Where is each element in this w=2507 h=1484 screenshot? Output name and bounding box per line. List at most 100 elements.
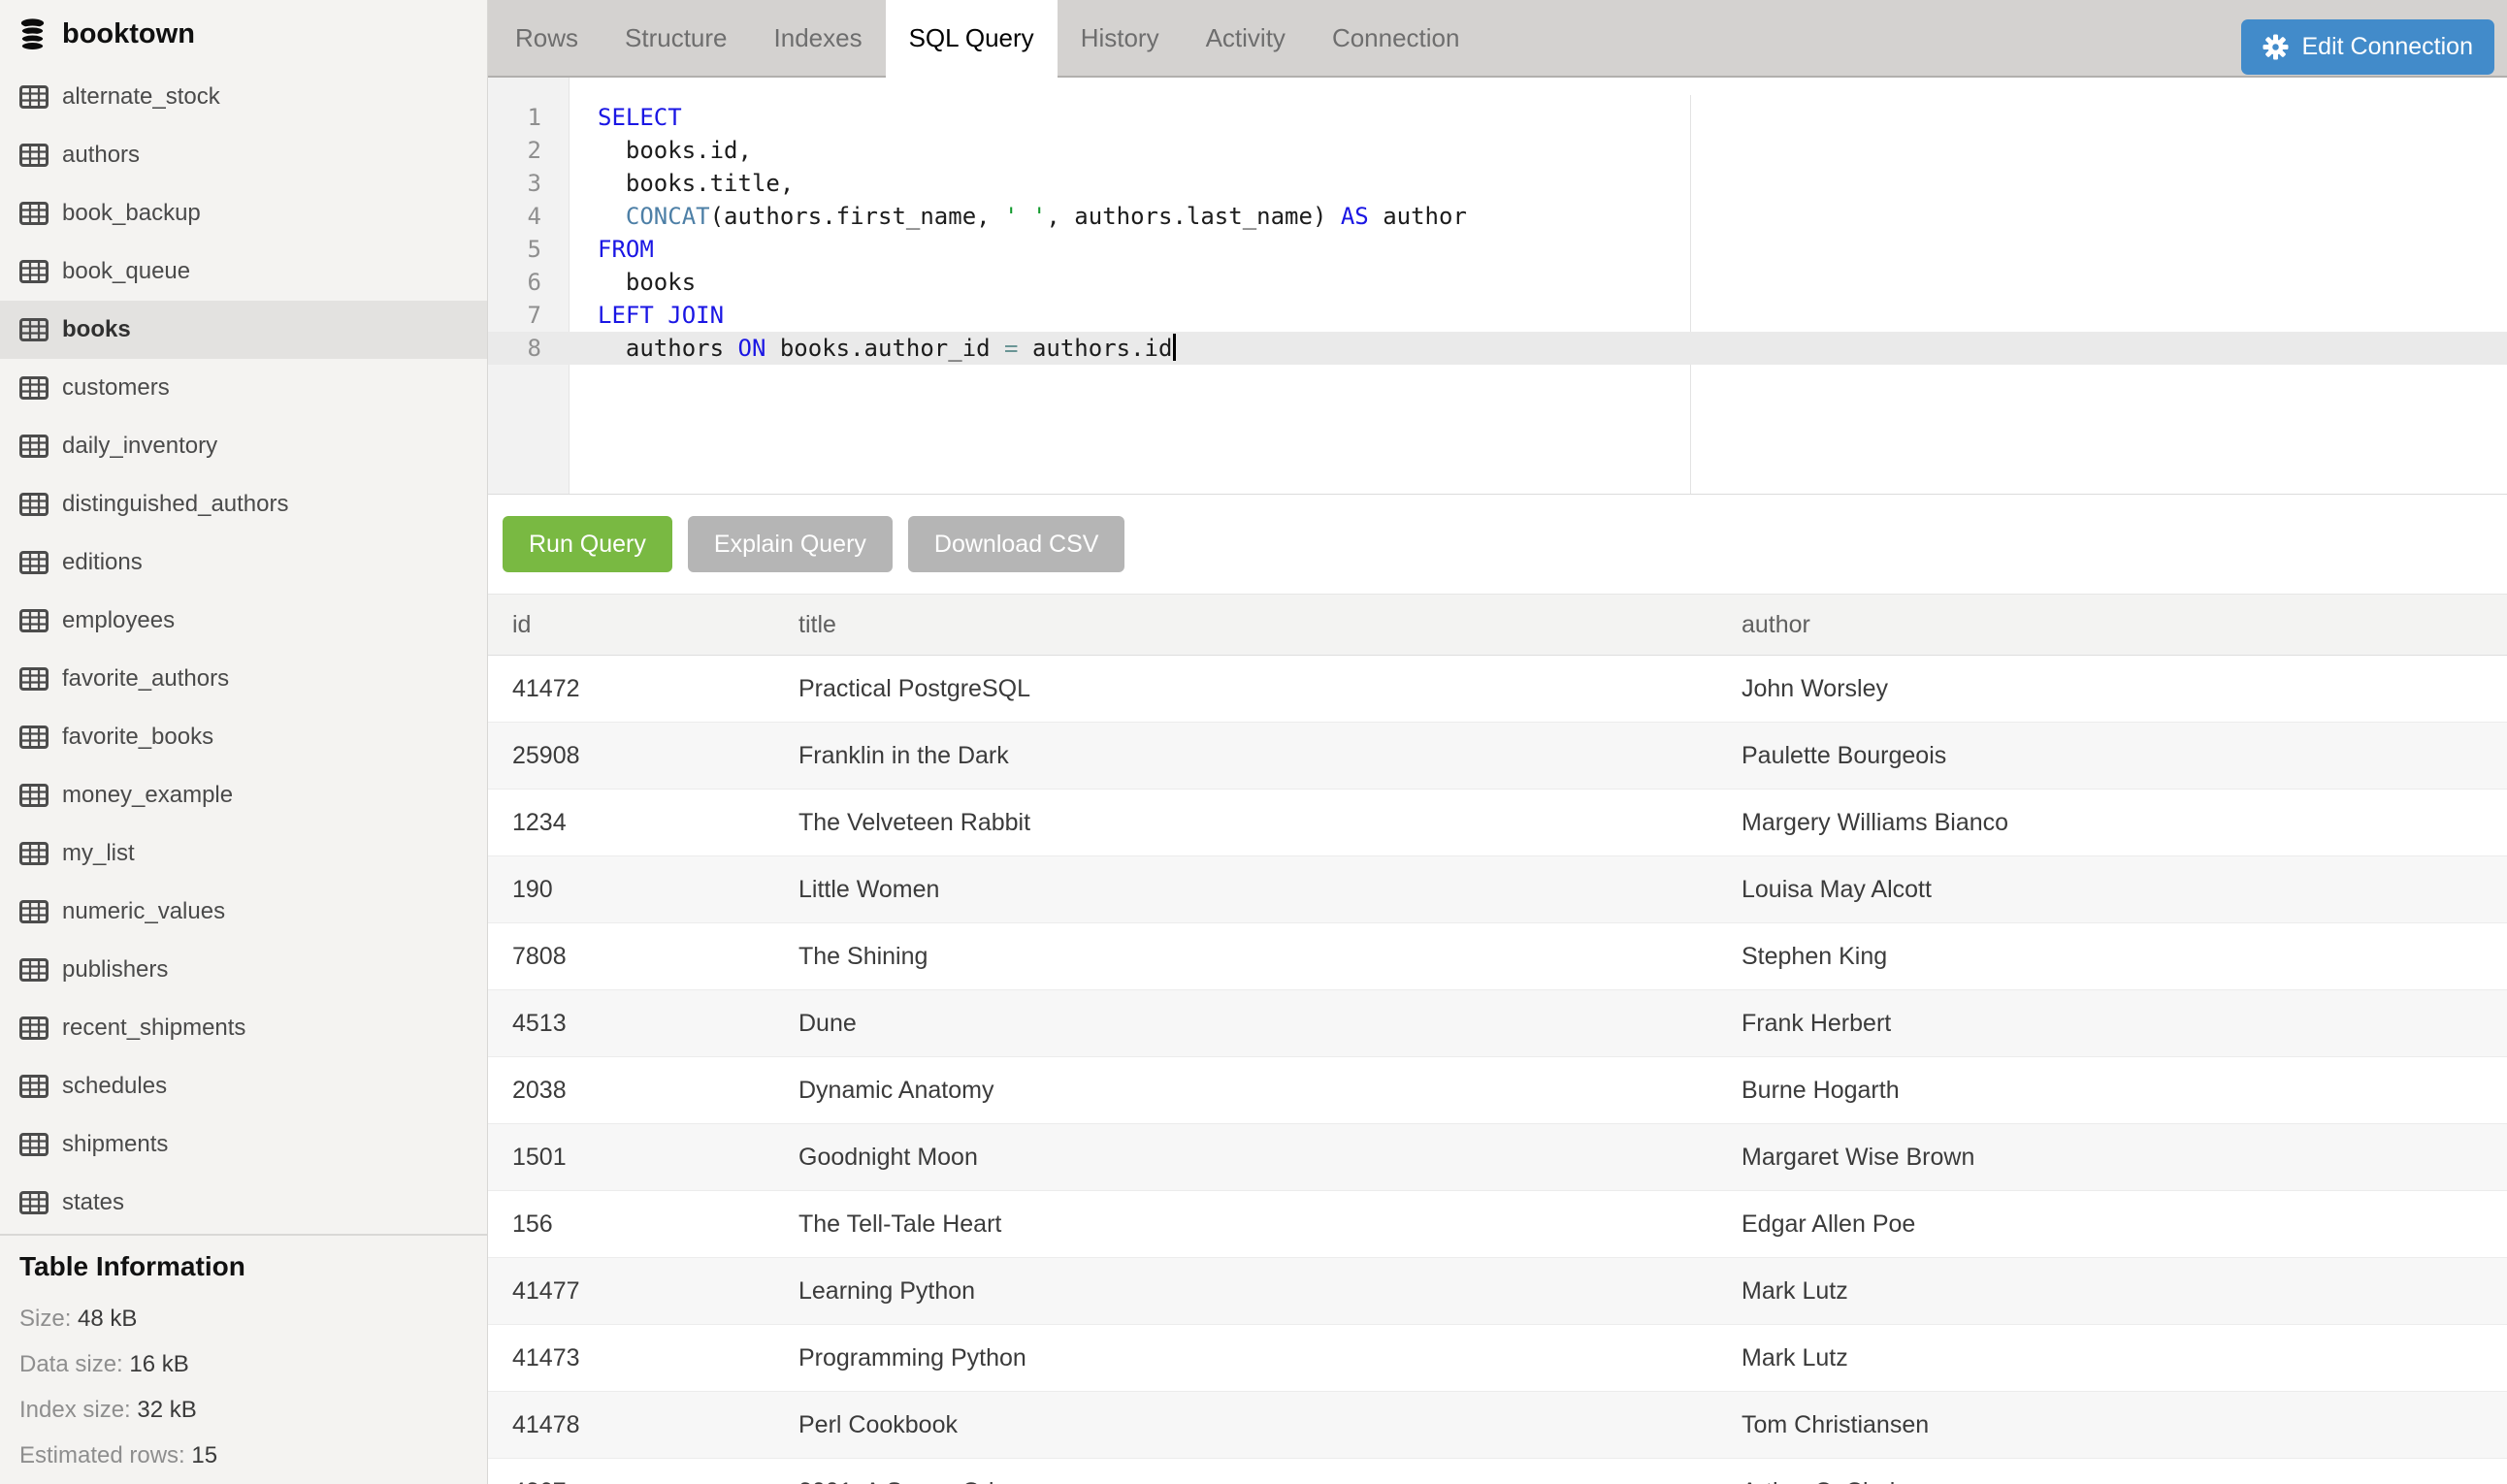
table-name-label: money_example <box>62 782 233 809</box>
line-number: 5 <box>488 233 569 266</box>
cell-id: 1234 <box>488 790 774 856</box>
table-name-label: numeric_values <box>62 898 225 925</box>
sidebar-item-recent-shipments[interactable]: recent_shipments <box>0 999 487 1057</box>
code-line-6: 6 books <box>488 266 2507 299</box>
cell-author: Edgar Allen Poe <box>1717 1191 2507 1258</box>
table-row[interactable]: 1234The Velveteen RabbitMargery Williams… <box>488 790 2507 856</box>
sidebar-item-editions[interactable]: editions <box>0 533 487 592</box>
cell-author: Frank Herbert <box>1717 990 2507 1057</box>
table-icon <box>19 376 49 400</box>
table-icon <box>19 435 49 458</box>
table-icon <box>19 202 49 225</box>
table-list: alternate_stockauthorsbook_backup book_qu… <box>0 68 487 1232</box>
line-number: 1 <box>488 101 569 134</box>
tab-label: History <box>1081 23 1159 53</box>
sidebar-item-states[interactable]: states <box>0 1174 487 1232</box>
table-row[interactable]: 156The Tell-Tale HeartEdgar Allen Poe <box>488 1191 2507 1258</box>
table-row[interactable]: 2038Dynamic AnatomyBurne Hogarth <box>488 1057 2507 1124</box>
sidebar-item-numeric-values[interactable]: numeric_values <box>0 883 487 941</box>
table-row[interactable]: 4513DuneFrank Herbert <box>488 990 2507 1057</box>
download-csv-button[interactable]: Download CSV <box>908 516 1125 572</box>
code-line-3: 3 books.title, <box>488 167 2507 200</box>
info-value: 16 kB <box>129 1351 188 1377</box>
line-number: 3 <box>488 167 569 200</box>
tab-indexes[interactable]: Indexes <box>751 0 886 76</box>
table-row[interactable]: 42672001: A Space OdysseyArthur C. Clark… <box>488 1459 2507 1484</box>
edit-connection-button[interactable]: Edit Connection <box>2241 19 2494 75</box>
tab-rows[interactable]: Rows <box>492 0 602 76</box>
cell-id: 2038 <box>488 1057 774 1124</box>
table-name-label: shipments <box>62 1131 168 1158</box>
sidebar-item-book-backup[interactable]: book_backup <box>0 184 487 242</box>
table-row[interactable]: 1501Goodnight MoonMargaret Wise Brown <box>488 1124 2507 1191</box>
table-icon <box>19 958 49 982</box>
table-row[interactable]: 25908Franklin in the DarkPaulette Bourge… <box>488 723 2507 790</box>
sidebar-item-daily-inventory[interactable]: daily_inventory <box>0 417 487 475</box>
sidebar-item-books[interactable]: books <box>0 301 487 359</box>
cell-id: 190 <box>488 856 774 923</box>
cell-id: 41472 <box>488 656 774 723</box>
tab-label: Indexes <box>774 23 863 53</box>
sidebar-item-my-list[interactable]: my_list <box>0 824 487 883</box>
sidebar-item-publishers[interactable]: publishers <box>0 941 487 999</box>
table-row[interactable]: 7808The ShiningStephen King <box>488 923 2507 990</box>
table-row[interactable]: 41478Perl CookbookTom Christiansen <box>488 1392 2507 1459</box>
table-name-label: publishers <box>62 956 168 984</box>
table-icon <box>19 551 49 574</box>
table-icon <box>19 667 49 691</box>
sidebar-item-money-example[interactable]: money_example <box>0 766 487 824</box>
tab-history[interactable]: History <box>1058 0 1183 76</box>
tab-connection[interactable]: Connection <box>1309 0 1483 76</box>
info-row-estimated-rows: Estimated rows: 15 <box>19 1433 487 1478</box>
cell-title: Little Women <box>774 856 1717 923</box>
table-row[interactable]: 41472Practical PostgreSQLJohn Worsley <box>488 656 2507 723</box>
sidebar-item-book-queue[interactable]: book_queue <box>0 242 487 301</box>
cell-author: Mark Lutz <box>1717 1258 2507 1325</box>
database-selector[interactable]: booktown <box>0 0 487 68</box>
table-icon <box>19 493 49 516</box>
sidebar-item-customers[interactable]: customers <box>0 359 487 417</box>
cell-title: The Shining <box>774 923 1717 990</box>
tab-activity[interactable]: Activity <box>1183 0 1309 76</box>
app-window: booktown alternate_stockauthorsbook_back… <box>0 0 2507 1484</box>
code-line-8: 8 authors ON books.author_id = authors.i… <box>488 332 2507 365</box>
sidebar-item-authors[interactable]: authors <box>0 126 487 184</box>
sidebar-item-shipments[interactable]: shipments <box>0 1115 487 1174</box>
tab-structure[interactable]: Structure <box>602 0 751 76</box>
edit-connection-label: Edit Connection <box>2301 33 2473 61</box>
sidebar-item-favorite-books[interactable]: favorite_books <box>0 708 487 766</box>
cell-title: The Tell-Tale Heart <box>774 1191 1717 1258</box>
table-row[interactable]: 190Little WomenLouisa May Alcott <box>488 856 2507 923</box>
table-name-label: my_list <box>62 840 135 867</box>
column-header-id: id <box>488 595 774 656</box>
sidebar-item-distinguished-authors[interactable]: distinguished_authors <box>0 475 487 533</box>
table-icon <box>19 144 49 167</box>
sidebar-item-favorite-authors[interactable]: favorite_authors <box>0 650 487 708</box>
run-query-button[interactable]: Run Query <box>503 516 672 572</box>
results-table: idtitleauthor 41472Practical PostgreSQLJ… <box>488 594 2507 1484</box>
info-label: Data size: <box>19 1351 123 1377</box>
sidebar-item-schedules[interactable]: schedules <box>0 1057 487 1115</box>
sql-editor[interactable]: 1SELECT2 books.id,3 books.title,4 CONCAT… <box>488 78 2507 495</box>
table-name-label: book_queue <box>62 258 190 285</box>
cell-id: 156 <box>488 1191 774 1258</box>
sidebar-item-alternate-stock[interactable]: alternate_stock <box>0 68 487 126</box>
cell-author: Arthur C. Clarke <box>1717 1459 2507 1484</box>
sidebar-item-employees[interactable]: employees <box>0 592 487 650</box>
cell-author: Margaret Wise Brown <box>1717 1124 2507 1191</box>
table-icon <box>19 1016 49 1040</box>
cell-title: 2001: A Space Odyssey <box>774 1459 1717 1484</box>
code-text: books.title, <box>569 167 794 200</box>
table-name-label: recent_shipments <box>62 1015 245 1042</box>
tab-sql-query[interactable]: SQL Query <box>886 0 1058 76</box>
info-label: Estimated rows: <box>19 1442 185 1468</box>
code-line-7: 7LEFT JOIN <box>488 299 2507 332</box>
table-row[interactable]: 41477Learning PythonMark Lutz <box>488 1258 2507 1325</box>
explain-query-button[interactable]: Explain Query <box>688 516 893 572</box>
cell-id: 41473 <box>488 1325 774 1392</box>
code-line-2: 2 books.id, <box>488 134 2507 167</box>
line-number: 8 <box>488 332 569 365</box>
table-row[interactable]: 41473Programming PythonMark Lutz <box>488 1325 2507 1392</box>
table-name-label: books <box>62 316 131 343</box>
code-line-1: 1SELECT <box>488 101 2507 134</box>
